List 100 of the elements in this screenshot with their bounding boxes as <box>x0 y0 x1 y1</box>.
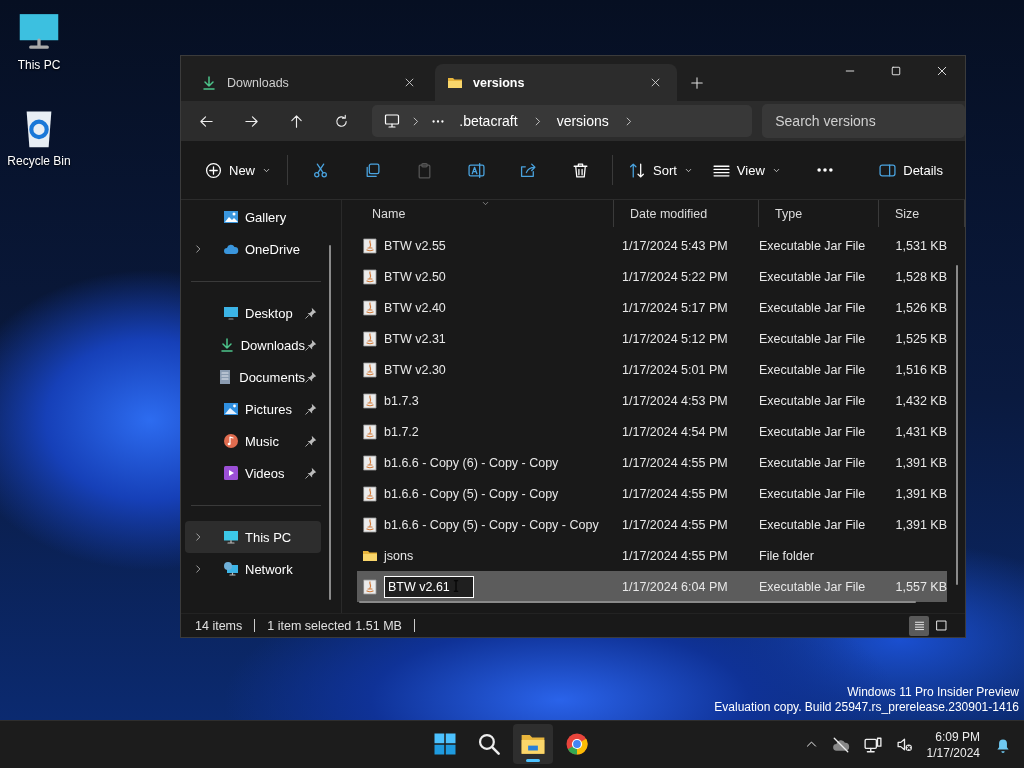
breadcrumb-item[interactable]: .betacraft <box>455 113 522 129</box>
file-manager-button[interactable] <box>513 724 553 764</box>
sidebar-item[interactable]: Pictures <box>185 393 321 425</box>
file-icon[interactable] <box>362 361 378 378</box>
rename-field[interactable]: BTW v2.61 <box>384 575 474 598</box>
sort-icon <box>629 161 646 179</box>
desktop-icon-label[interactable]: This PC <box>17 58 61 72</box>
expand-chevron-icon[interactable] <box>193 564 203 574</box>
pin-icon[interactable] <box>305 339 317 351</box>
column-header[interactable]: Type <box>759 200 879 227</box>
scrollbar[interactable] <box>359 601 916 603</box>
table-cell: 1,557 KB <box>895 579 947 594</box>
file-name[interactable]: BTW v2.50 <box>384 269 446 284</box>
file-icon[interactable] <box>362 330 378 347</box>
more-icon[interactable] <box>431 119 446 123</box>
sidebar-item[interactable]: Network <box>185 553 321 585</box>
file-icon[interactable] <box>362 423 378 440</box>
download-icon <box>218 337 235 353</box>
table-cell: 1,391 KB <box>895 455 947 470</box>
table-cell: 1,528 KB <box>895 269 947 284</box>
network-icon <box>223 561 239 577</box>
file-name[interactable]: BTW v2.55 <box>384 238 446 253</box>
view-button[interactable]: View <box>704 153 789 187</box>
pin-icon[interactable] <box>305 371 317 383</box>
file-name[interactable]: b1.7.2 <box>384 424 419 439</box>
tab[interactable]: versions <box>435 64 677 101</box>
pin-icon[interactable] <box>305 307 317 319</box>
sidebar-item[interactable]: Desktop <box>185 297 321 329</box>
file-icon[interactable] <box>362 237 378 254</box>
cloud-off-icon[interactable] <box>831 735 850 754</box>
speaker-muted-icon[interactable] <box>895 736 913 753</box>
file-name[interactable]: jsons <box>384 548 414 563</box>
file-icon[interactable] <box>362 299 378 316</box>
file-icon[interactable] <box>362 485 378 502</box>
monitor-icon <box>223 529 239 545</box>
sidebar-item[interactable]: Music <box>185 425 321 457</box>
sort-button[interactable]: Sort <box>621 153 701 187</box>
table-cell-text: Executable Jar File <box>759 300 867 315</box>
list-icon <box>912 619 926 632</box>
clock-time[interactable]: 6:09 PM <box>935 728 980 745</box>
sidebar-label: Videos <box>245 465 285 481</box>
address-bar[interactable]: .betacraft versions <box>372 105 753 137</box>
column-header[interactable]: Name <box>357 200 614 227</box>
column-header[interactable]: Size <box>879 200 965 227</box>
details-view-button[interactable] <box>909 615 929 636</box>
monitor-icon[interactable] <box>384 113 401 129</box>
sidebar-item[interactable]: This PC <box>185 521 321 553</box>
search-field[interactable]: Search versions <box>762 104 965 138</box>
item-count: 14 items <box>195 618 243 633</box>
file-icon[interactable] <box>362 268 378 285</box>
pin-icon[interactable] <box>305 435 317 447</box>
back-arrow-icon <box>199 113 215 129</box>
file-name[interactable]: BTW v2.31 <box>384 331 446 346</box>
file-icon[interactable] <box>362 454 378 471</box>
file-icon[interactable] <box>362 516 378 533</box>
close-icon <box>649 77 661 88</box>
table-cell-text: 1/17/2024 4:55 PM <box>621 517 729 532</box>
pin-icon[interactable] <box>305 403 317 415</box>
details-button[interactable]: Details <box>871 153 951 187</box>
breadcrumb-item[interactable]: versions <box>552 113 613 129</box>
sidebar-item[interactable]: Documents <box>185 361 321 393</box>
video-icon <box>223 465 239 481</box>
expand-chevron-icon[interactable] <box>193 244 203 254</box>
file-name[interactable]: b1.6.6 - Copy (6) - Copy - Copy <box>384 455 559 470</box>
trash-icon <box>571 161 589 179</box>
sidebar-item[interactable]: Videos <box>185 457 321 489</box>
new-button[interactable]: New <box>197 153 279 187</box>
file-name[interactable]: b1.6.6 - Copy (5) - Copy - Copy <box>384 486 559 501</box>
selected-row[interactable]: BTW v2.61 1/17/2024 6:04 PM Executable Jar File 1,557 KB <box>357 571 947 602</box>
selection-count: 1 item selected <box>267 618 352 633</box>
scrollbar[interactable] <box>329 245 331 600</box>
table-cell-text: 1/17/2024 5:22 PM <box>621 269 729 284</box>
build-info-text: Evaluation copy. Build 25947.rs_prerelease.230901-1416 <box>714 700 1019 715</box>
file-name[interactable]: b1.6.6 - Copy (5) - Copy - Copy - Copy <box>384 517 599 532</box>
scrollbar[interactable] <box>956 265 958 585</box>
expand-chevron-icon[interactable] <box>193 532 203 542</box>
plus-circle-icon <box>205 161 222 179</box>
gallery-icon <box>223 209 239 225</box>
sidebar-item[interactable]: Gallery <box>185 201 321 233</box>
tab-label: versions <box>473 75 526 90</box>
tab[interactable]: Downloads <box>189 64 431 101</box>
table-cell: 1,432 KB <box>895 393 947 408</box>
desktop-icon-label[interactable]: Recycle Bin <box>7 154 71 168</box>
file-name[interactable]: BTW v2.30 <box>384 362 446 377</box>
table-cell-text: File folder <box>759 548 815 563</box>
pin-icon[interactable] <box>305 467 317 479</box>
table-cell-text: Executable Jar File <box>759 486 867 501</box>
file-name[interactable]: BTW v2.40 <box>384 300 446 315</box>
sidebar-item[interactable]: OneDrive <box>185 233 321 265</box>
desktop-icon <box>223 305 239 321</box>
square-icon <box>934 619 948 632</box>
table-cell-text: Executable Jar File <box>759 331 867 346</box>
tab-label: Downloads <box>227 75 290 90</box>
file-name[interactable]: b1.7.3 <box>384 393 419 408</box>
sidebar-item[interactable]: Downloads <box>185 329 321 361</box>
clock-date[interactable]: 1/17/2024 <box>926 744 980 761</box>
share-icon <box>519 161 537 179</box>
file-icon[interactable] <box>362 392 378 409</box>
network-icon[interactable] <box>863 735 882 754</box>
column-header[interactable]: Date modified <box>614 200 759 227</box>
